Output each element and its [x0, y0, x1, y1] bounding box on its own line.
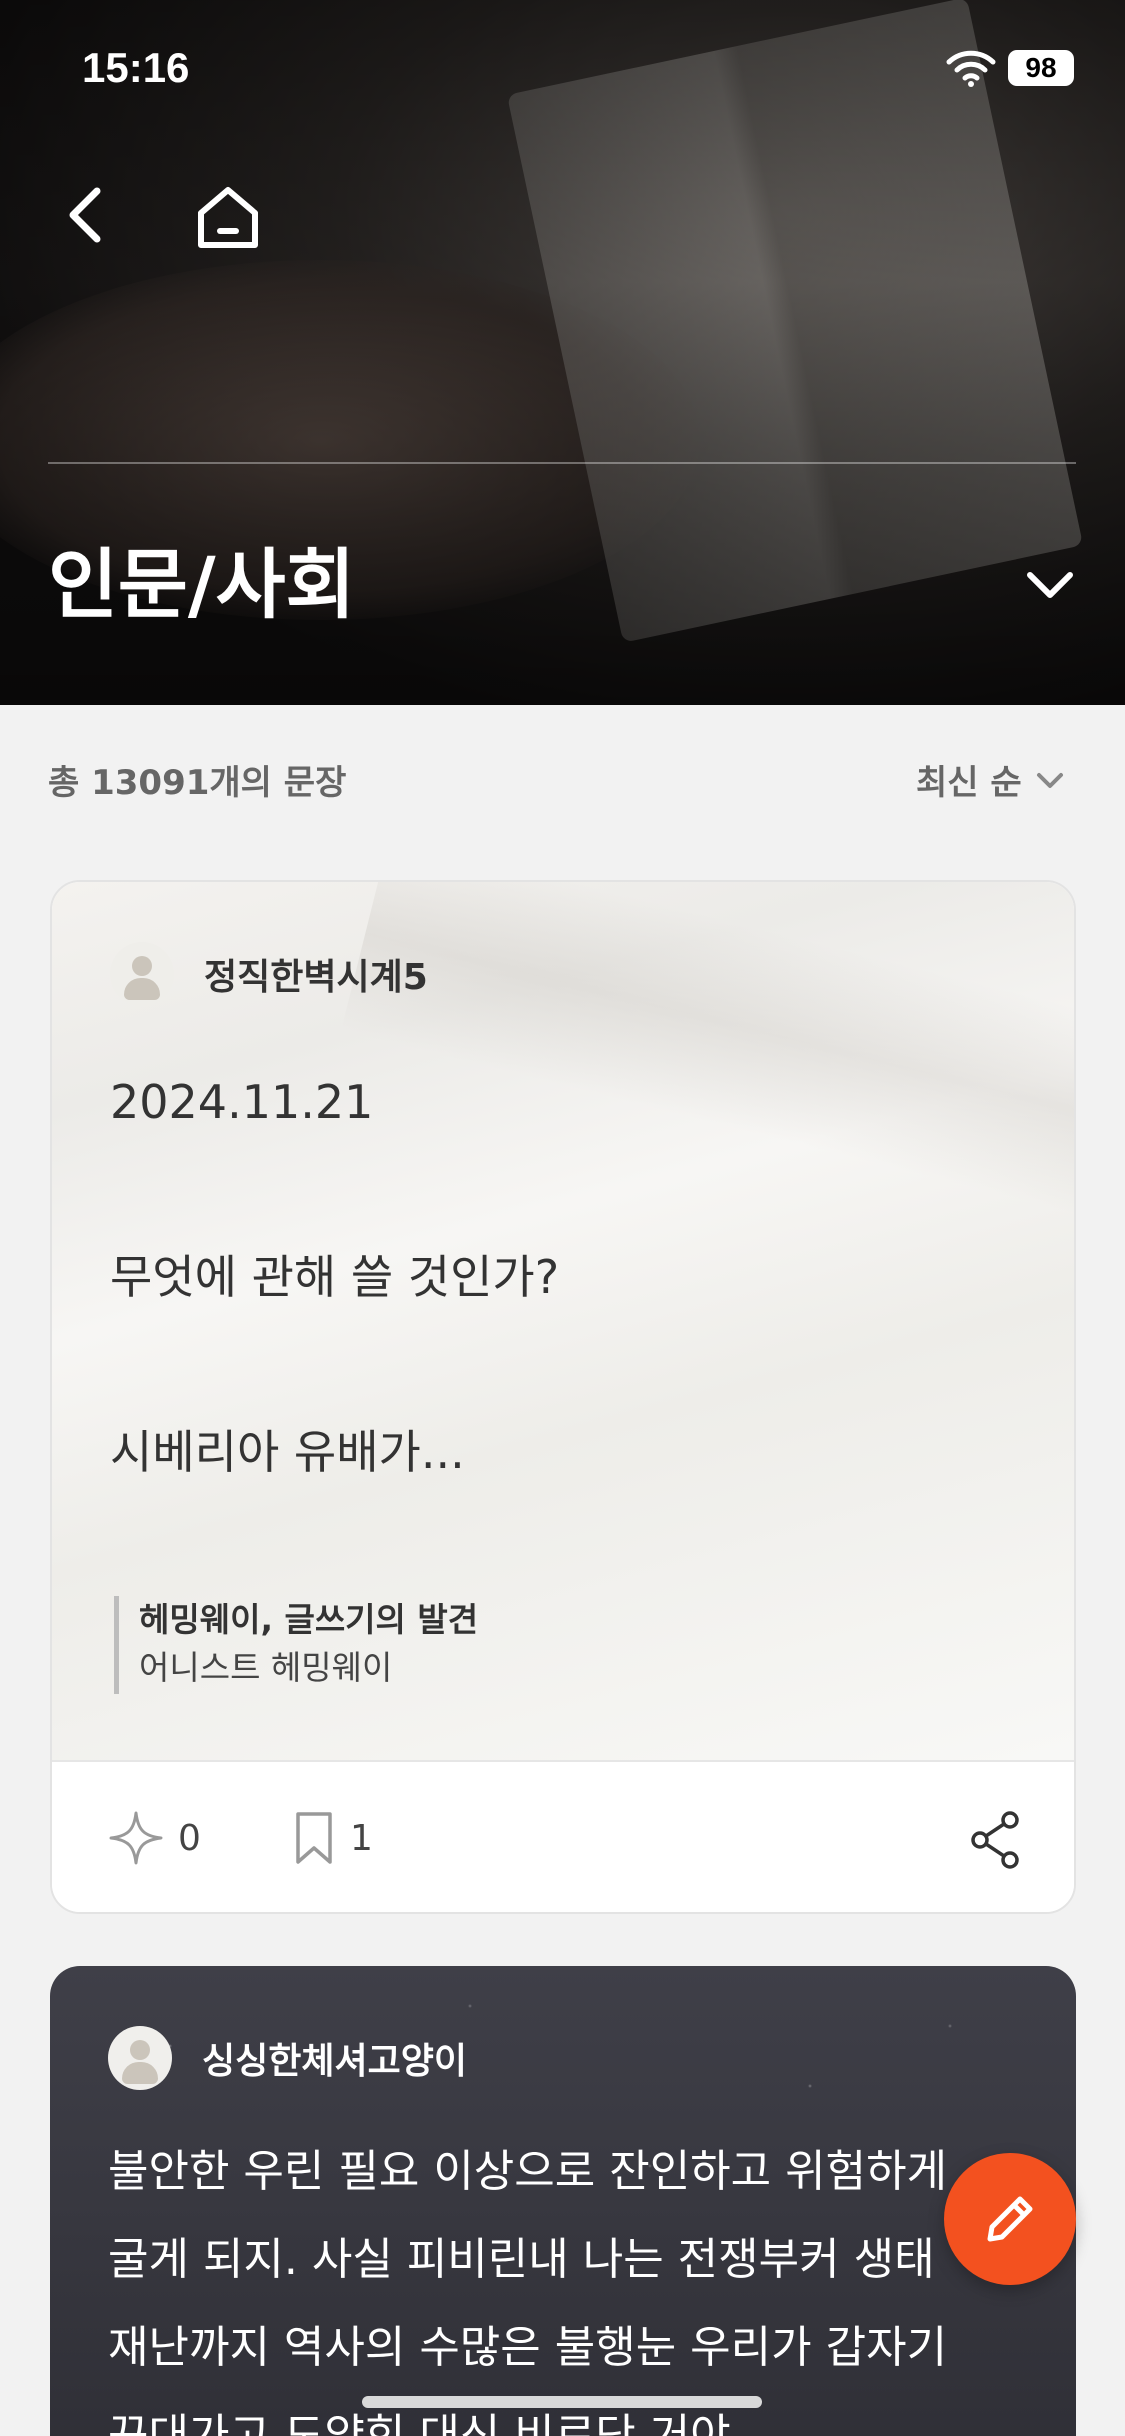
sort-label: 최신 순 — [916, 763, 1022, 803]
category-title: 인문/사회 — [48, 540, 356, 629]
share-icon — [971, 1811, 1019, 1869]
like-button[interactable]: 0 — [108, 1810, 201, 1866]
sentence-count: 총 13091개의 문장 — [48, 763, 347, 803]
wifi-icon — [946, 50, 996, 87]
book-author: 어니스트 헤밍웨이 — [139, 1648, 393, 1687]
card-author[interactable]: 싱싱한체셔고양이 — [108, 2026, 467, 2090]
sentence-text: 불안한 우린 필요 이상으로 잔인하고 위험하게 굴게 되지. 사실 피비린내 … — [108, 2128, 1068, 2436]
like-count: 0 — [178, 1817, 201, 1859]
home-icon — [197, 186, 258, 248]
sentence-card[interactable]: 정직한벽시계5 2024.11.21 무엇에 관해 쓸 것인가? 시베리아 유배… — [50, 880, 1076, 1914]
status-bar: 15:16 98 — [0, 40, 1125, 100]
sentence-line: 2024.11.21 — [110, 1075, 374, 1129]
bookmark-count: 1 — [350, 1817, 373, 1859]
avatar — [108, 2026, 172, 2090]
card-actions: 0 1 — [52, 1760, 1074, 1912]
sort-dropdown[interactable]: 최신 순 — [916, 755, 1066, 804]
avatar — [110, 942, 174, 1006]
sparkle-icon — [109, 1811, 163, 1865]
sentence-line: 재난까지 역사의 수많은 불행눈 우리가 갑자기 — [108, 2322, 948, 2373]
chevron-down-icon — [1036, 772, 1063, 788]
author-name: 싱싱한체셔고양이 — [202, 2041, 467, 2082]
chevron-left-icon — [69, 187, 101, 243]
bookmark-icon — [296, 1812, 332, 1864]
book-title: 헤밍웨이, 글쓰기의 발견 — [139, 1600, 479, 1639]
sentence-line: 굴게 되지. 사실 피비린내 나는 전쟁부커 생태 — [108, 2234, 935, 2285]
battery-indicator: 98 — [1008, 50, 1074, 86]
home-indicator — [362, 2396, 762, 2408]
write-button[interactable] — [944, 2153, 1076, 2285]
back-button[interactable] — [55, 180, 115, 250]
chevron-down-icon[interactable] — [1020, 555, 1080, 615]
author-name: 정직한벽시계5 — [204, 957, 428, 998]
pencil-icon — [987, 2196, 1033, 2242]
sentence-line: 불안한 우린 필요 이상으로 잔인하고 위험하게 — [108, 2146, 948, 2197]
sentence-line: 시베리아 유배가... — [110, 1425, 465, 1479]
category-header: 15:16 98 인문/사회 — [0, 0, 1125, 705]
share-button[interactable] — [968, 1810, 1038, 1870]
sentence-card[interactable]: 싱싱한체셔고양이 불안한 우린 필요 이상으로 잔인하고 위험하게 굴게 되지.… — [50, 1966, 1076, 2436]
status-time: 15:16 — [82, 44, 190, 91]
home-button[interactable] — [190, 180, 265, 255]
book-info[interactable]: 헤밍웨이, 글쓰기의 발견 어니스트 헤밍웨이 — [114, 1596, 478, 1694]
header-divider — [48, 462, 1076, 464]
sentence-line: 무엇에 관해 쓸 것인가? — [110, 1250, 560, 1304]
card-author[interactable]: 정직한벽시계5 — [110, 942, 428, 1006]
bookmark-button[interactable]: 1 — [292, 1810, 373, 1866]
